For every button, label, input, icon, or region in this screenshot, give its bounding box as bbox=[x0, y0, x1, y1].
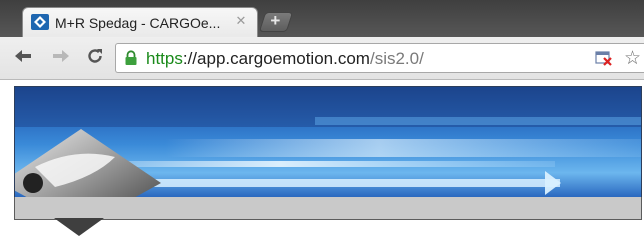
banner-artwork bbox=[15, 87, 641, 197]
header-banner bbox=[14, 86, 642, 198]
tab-close-icon[interactable]: ✕ bbox=[234, 14, 248, 28]
url-text[interactable]: https://app.cargoemotion.com/sis2.0/ bbox=[146, 49, 424, 69]
forward-arrow-icon bbox=[53, 50, 69, 62]
blocked-content-icon[interactable] bbox=[595, 50, 613, 66]
back-arrow-icon bbox=[15, 50, 31, 62]
star-icon[interactable]: ☆ bbox=[624, 47, 641, 70]
back-button[interactable] bbox=[12, 45, 34, 67]
reload-icon bbox=[88, 49, 102, 63]
plus-icon: + bbox=[270, 11, 281, 30]
tab-title: M+R Spedag - CARGOe... bbox=[55, 15, 221, 31]
forward-button[interactable] bbox=[50, 45, 72, 67]
url-scheme: https bbox=[146, 49, 183, 68]
lock-icon bbox=[125, 50, 137, 65]
url-host: app.cargoemotion.com bbox=[197, 49, 370, 68]
url-path: /sis2.0/ bbox=[369, 49, 424, 68]
url-separator: :// bbox=[182, 49, 198, 68]
tab-strip: M+R Spedag - CARGOe... ✕ + bbox=[0, 0, 644, 38]
new-tab-button[interactable]: + bbox=[258, 11, 294, 32]
browser-toolbar: https://app.cargoemotion.com/sis2.0/ ☆ bbox=[0, 37, 644, 80]
reload-button[interactable] bbox=[84, 45, 106, 67]
logo-diamond-tip bbox=[54, 218, 104, 236]
navigation-bar bbox=[14, 197, 642, 220]
cargoemotion-favicon-icon bbox=[31, 14, 49, 30]
browser-tab[interactable]: M+R Spedag - CARGOe... ✕ bbox=[22, 7, 258, 38]
page-content bbox=[0, 80, 644, 242]
address-bar[interactable]: https://app.cargoemotion.com/sis2.0/ ☆ bbox=[115, 43, 644, 73]
